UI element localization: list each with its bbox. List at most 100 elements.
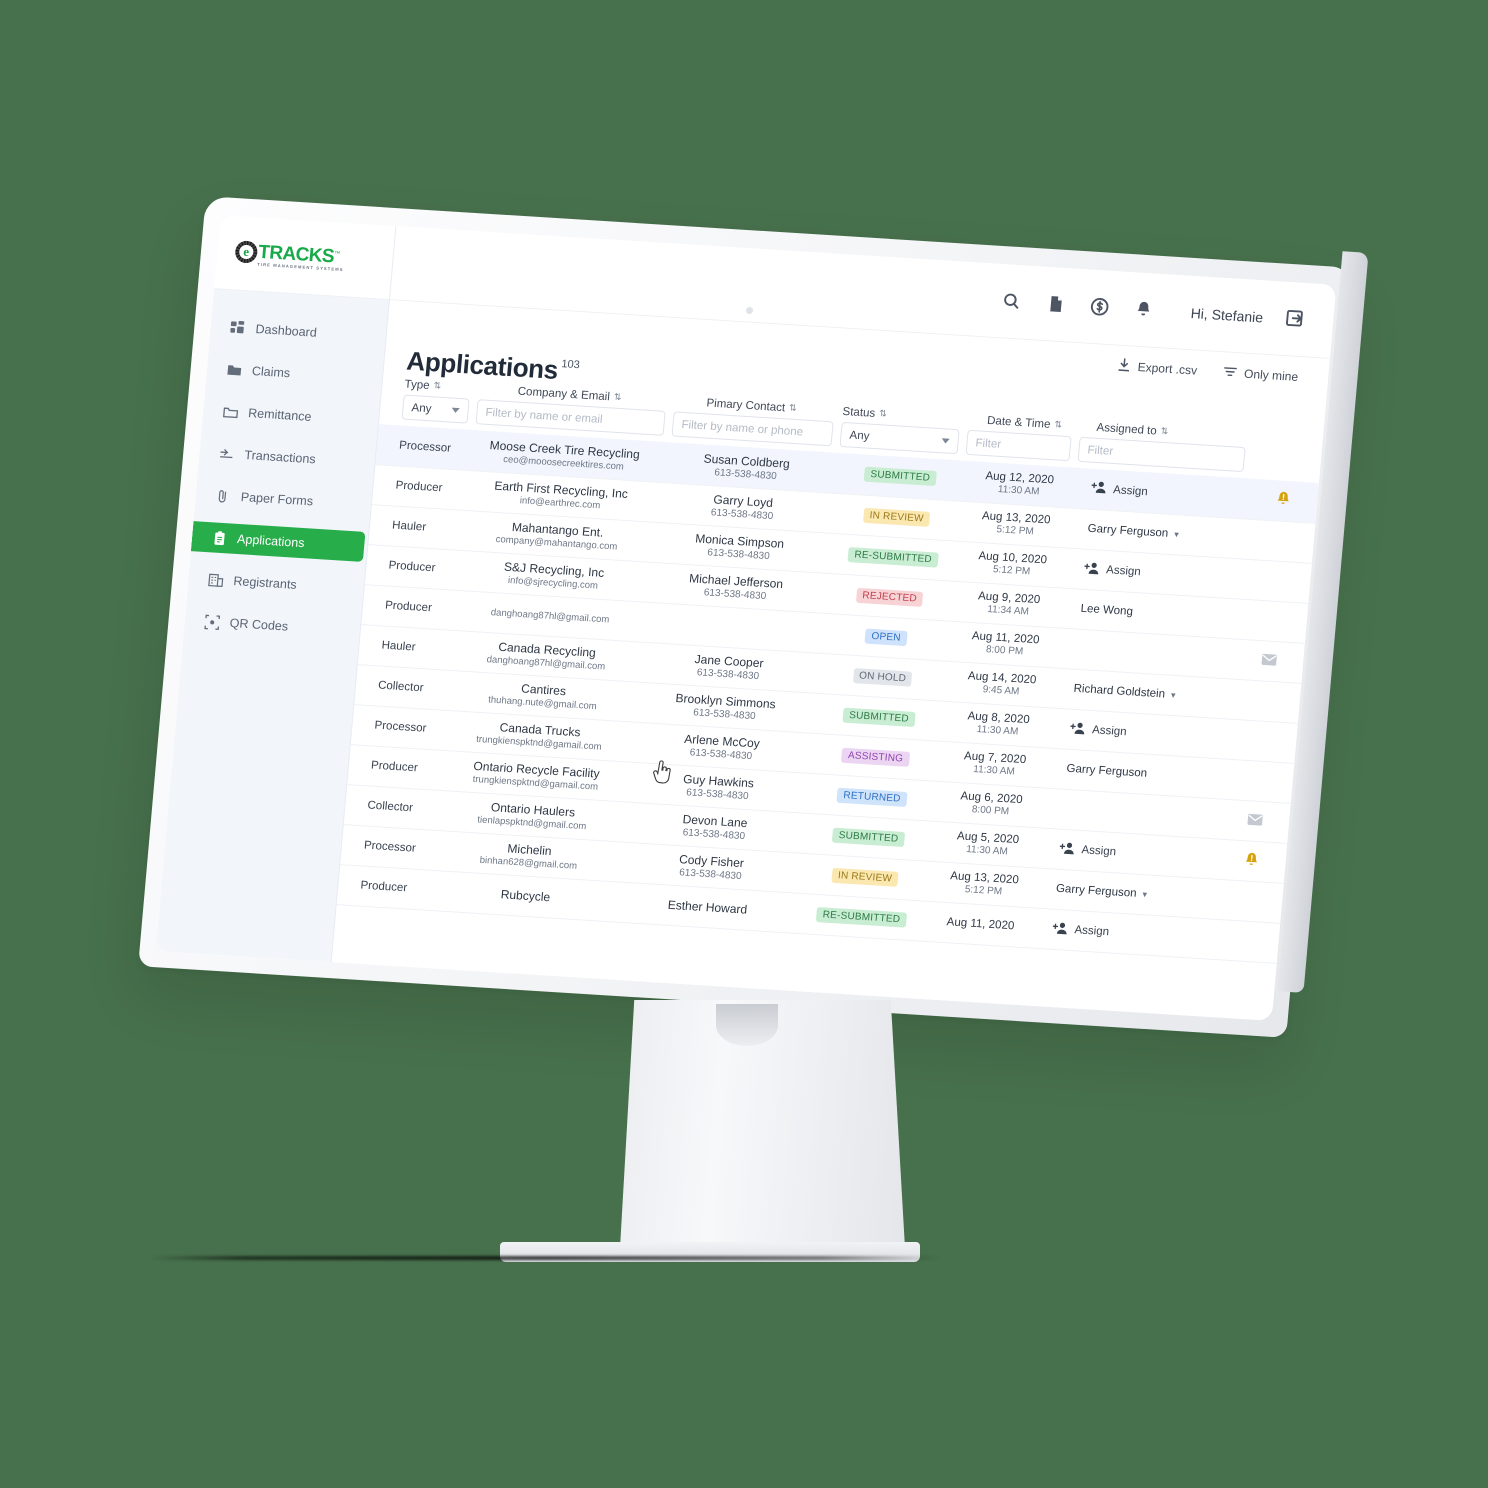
assign-label: Assign [1105, 564, 1142, 579]
cell-flag [1208, 838, 1288, 883]
bell-alert-icon[interactable] [1274, 492, 1291, 511]
sidebar-item-applications[interactable]: Applications [190, 521, 366, 562]
status-badge: SUBMITTED [842, 707, 916, 727]
assign-button[interactable]: Assign [1069, 720, 1127, 741]
sidebar-item-registrants[interactable]: Registrants [187, 563, 365, 604]
cell-type: Collector [366, 799, 414, 815]
sidebar-item-label: Registrants [232, 573, 298, 592]
envelope-icon[interactable] [1260, 653, 1277, 671]
cell-date: Aug 7, 2020 11:30 AM [937, 741, 1053, 788]
cell-status: RE-SUBMITTED [797, 893, 927, 941]
cell-date: Aug 8, 2020 11:30 AM [940, 701, 1056, 748]
contact-name: Esther Howard [667, 897, 748, 917]
status-badge: RETURNED [836, 787, 908, 807]
cell-flag [1225, 638, 1305, 683]
grid-icon [229, 319, 246, 336]
sort-icon[interactable]: ⇅ [1054, 419, 1062, 430]
export-csv-button[interactable]: Export .csv [1116, 357, 1198, 379]
status-badge: OPEN [864, 628, 908, 646]
add-user-icon [1069, 720, 1085, 738]
assignee-name[interactable]: Garry Ferguson ▾ [1087, 523, 1179, 541]
chevron-down-icon[interactable]: ▾ [1171, 689, 1176, 700]
only-mine-toggle[interactable]: Only mine [1222, 364, 1299, 386]
sidebar-item-qr-codes[interactable]: QR Codes [183, 605, 361, 646]
only-mine-label: Only mine [1243, 366, 1299, 384]
sidebar-item-claims[interactable]: Claims [206, 353, 384, 394]
screen: TRACKS™ TIRE MANAGEMENT SYSTEMS Dashboar… [155, 215, 1337, 1021]
folder-solid-icon [225, 361, 242, 378]
cell-type: Processor [398, 439, 452, 455]
type-filter-value: Any [411, 401, 432, 415]
assignee-name[interactable]: Richard Goldstein ▾ [1073, 683, 1176, 701]
cell-type: Producer [388, 559, 436, 575]
type-filter-select[interactable]: Any [401, 394, 470, 424]
sidebar-item-label: Claims [251, 363, 291, 381]
chevron-down-icon[interactable]: ▾ [1174, 529, 1179, 540]
sidebar-nav: Dashboard Claims Remittance Transactions [183, 289, 388, 646]
cell-type: Hauler [381, 639, 417, 654]
assignee-name[interactable]: Garry Ferguson [1066, 763, 1148, 780]
sort-icon[interactable]: ⇅ [789, 403, 797, 414]
logo-wordmark: TRACKS™ [257, 241, 340, 268]
cell-flag [1229, 598, 1309, 643]
cell-type: Producer [384, 599, 433, 615]
assign-button[interactable]: Assign [1059, 840, 1117, 861]
cell-type: Hauler [391, 519, 427, 534]
assign-button[interactable]: Assign [1090, 480, 1148, 501]
status-filter-value: Any [849, 428, 870, 443]
logout-icon[interactable] [1284, 307, 1308, 330]
etracks-logo[interactable]: TRACKS™ TIRE MANAGEMENT SYSTEMS [234, 240, 345, 272]
filter-icon [1222, 364, 1237, 382]
add-user-icon [1059, 840, 1075, 858]
cell-date: Aug 9, 2020 11:34 AM [951, 581, 1067, 628]
sidebar-item-remittance[interactable]: Remittance [202, 395, 380, 436]
sidebar-item-transactions[interactable]: Transactions [198, 437, 376, 478]
cell-flag [1232, 558, 1312, 603]
assignee-name[interactable]: Lee Wong [1080, 603, 1133, 618]
cell-date: Aug 13, 2020 5:12 PM [926, 861, 1042, 908]
cell-type: Collector [377, 679, 424, 695]
status-badge: IN REVIEW [863, 507, 931, 527]
sidebar-item-paper-forms[interactable]: Paper Forms [195, 479, 373, 520]
sidebar-item-label: Applications [236, 531, 306, 551]
assignee-name[interactable]: Garry Ferguson ▾ [1055, 883, 1147, 901]
paperclip-icon [214, 487, 231, 504]
cell-flag [1236, 518, 1316, 563]
cell-date: Aug 5, 2020 11:30 AM [930, 821, 1046, 868]
bell-alert-icon[interactable] [1243, 852, 1260, 871]
cell-flag [1201, 918, 1281, 963]
status-badge: ON HOLD [852, 667, 913, 687]
status-badge: SUBMITTED [863, 466, 937, 487]
sidebar-item-label: Dashboard [255, 321, 318, 340]
status-badge: IN REVIEW [831, 867, 899, 887]
export-csv-label: Export .csv [1137, 359, 1198, 378]
chevron-down-icon[interactable]: ▾ [1142, 889, 1147, 900]
add-user-icon [1090, 480, 1106, 498]
sort-icon[interactable]: ⇅ [433, 380, 441, 391]
status-badge: SUBMITTED [832, 827, 905, 847]
sidebar-item-label: Paper Forms [240, 489, 314, 509]
date-filter-input[interactable] [965, 429, 1072, 462]
cell-flag [1204, 878, 1284, 923]
bell-icon[interactable] [1132, 298, 1156, 321]
sort-icon[interactable]: ⇅ [1160, 426, 1168, 437]
cell-date: Aug 11, 2020 [923, 901, 1039, 948]
chevron-down-icon [941, 438, 950, 444]
envelope-icon[interactable] [1246, 813, 1263, 831]
sort-icon[interactable]: ⇅ [879, 408, 887, 419]
sidebar-item-dashboard[interactable]: Dashboard [209, 311, 387, 352]
company-email: danghoang87hl@gmail.com [490, 607, 610, 626]
search-icon[interactable] [1000, 290, 1024, 313]
building-icon [207, 571, 224, 588]
dollar-circle-icon[interactable] [1088, 295, 1112, 318]
status-badge: ASSISTING [841, 747, 910, 767]
assign-button[interactable]: Assign [1083, 560, 1141, 581]
cell-date: Aug 6, 2020 8:00 PM [933, 781, 1049, 828]
document-icon[interactable] [1044, 292, 1068, 315]
cell-date: Aug 13, 2020 5:12 PM [958, 501, 1074, 548]
sort-icon[interactable]: ⇅ [613, 392, 621, 403]
assign-button[interactable]: Assign [1052, 920, 1110, 941]
add-user-icon [1052, 920, 1068, 938]
folder-open-icon [222, 403, 239, 420]
applications-table: Type ⇅ Company & Email ⇅ Pimary Contact ⇅ S… [336, 377, 1323, 963]
